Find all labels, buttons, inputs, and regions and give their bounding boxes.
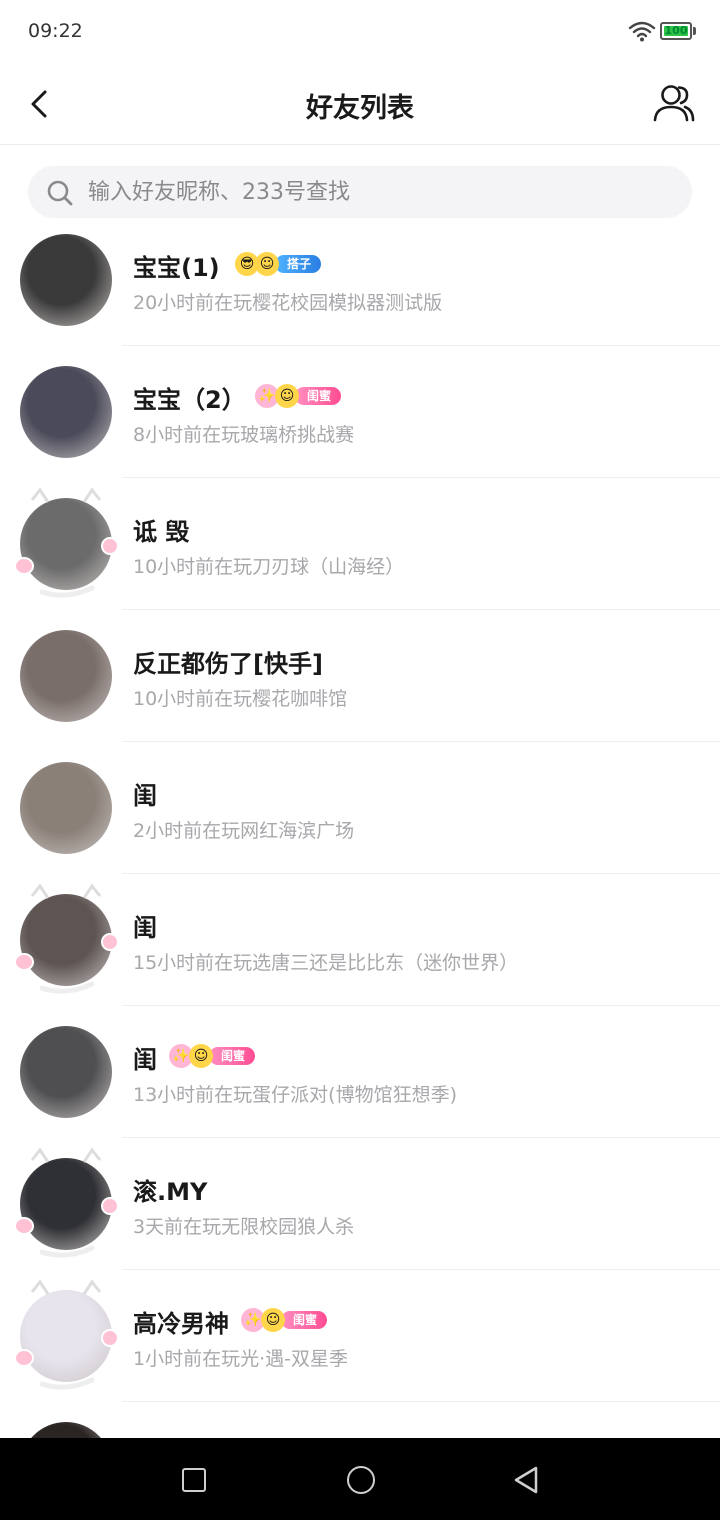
friend-name: 滚.MY bbox=[133, 1178, 208, 1206]
search-box[interactable] bbox=[28, 166, 692, 218]
emoji-icon: ☺ bbox=[255, 252, 279, 276]
badge-label: 闺蜜 bbox=[295, 387, 342, 405]
page-title: 好友列表 bbox=[306, 93, 414, 124]
friend-status: 15小时前在玩选唐三还是比比东（迷你世界） bbox=[133, 952, 519, 974]
back-button[interactable] bbox=[512, 1465, 540, 1495]
system-nav-bar bbox=[0, 1438, 720, 1520]
bestie-badge: ✨ ☺ 闺蜜 bbox=[255, 384, 342, 408]
avatar[interactable] bbox=[20, 894, 112, 986]
friend-list-item[interactable]: 诋 毁 10小时前在玩刀刃球（山海经） bbox=[0, 478, 720, 610]
friend-name: 闺 bbox=[133, 1046, 157, 1074]
home-button[interactable] bbox=[347, 1466, 375, 1494]
emoji-icon: ☺ bbox=[189, 1044, 213, 1068]
friend-status: 13小时前在玩蛋仔派对(博物馆狂想季) bbox=[133, 1084, 458, 1106]
badge-label: 闺蜜 bbox=[209, 1047, 256, 1065]
bestie-badge: ✨ ☺ 闺蜜 bbox=[241, 1308, 328, 1332]
status-time: 09:22 bbox=[28, 20, 83, 42]
search-icon bbox=[47, 180, 73, 206]
friend-status: 3天前在玩无限校园狼人杀 bbox=[133, 1216, 355, 1238]
friend-status: 20小时前在玩樱花校园模拟器测试版 bbox=[133, 292, 443, 314]
friend-list-item[interactable]: 滚.MY 3天前在玩无限校园狼人杀 bbox=[0, 1138, 720, 1270]
status-bar: 09:22 100 bbox=[0, 0, 720, 64]
friend-list: 宝宝(1) 20小时前在玩樱花校园模拟器测试版 😎 ☺ 搭子宝宝（2） 8小时前在玩玻璃桥… bbox=[0, 214, 720, 1438]
wifi-icon bbox=[628, 21, 656, 42]
friend-list-item[interactable]: 高冷男神 1小时前在玩光·遇-双星季 ✨ ☺ 闺蜜 bbox=[0, 1270, 720, 1402]
friends-icon[interactable] bbox=[650, 82, 696, 126]
emoji-icon: ☺ bbox=[275, 384, 299, 408]
partner-badge: 😎 ☺ 搭子 bbox=[235, 252, 322, 276]
avatar[interactable] bbox=[20, 234, 112, 326]
friend-status: 10小时前在玩刀刃球（山海经） bbox=[133, 556, 405, 578]
friend-status: 10小时前在玩樱花咖啡馆 bbox=[133, 688, 348, 710]
avatar[interactable] bbox=[20, 1158, 112, 1250]
search-input[interactable] bbox=[88, 166, 678, 218]
friend-name: 宝宝（2） bbox=[133, 386, 246, 414]
friend-list-item[interactable]: 闺 2小时前在玩网红海滨广场 bbox=[0, 742, 720, 874]
friend-list-item[interactable]: 反正都伤了[快手] 10小时前在玩樱花咖啡馆 bbox=[0, 610, 720, 742]
friend-list-item[interactable]: 宝宝(1) 20小时前在玩樱花校园模拟器测试版 😎 ☺ 搭子 bbox=[0, 214, 720, 346]
badge-label: 搭子 bbox=[275, 255, 322, 273]
friend-name: 宝宝(1) bbox=[133, 254, 220, 282]
avatar[interactable] bbox=[20, 762, 112, 854]
friend-list-item[interactable]: 宝宝（2） 8小时前在玩玻璃桥挑战赛 ✨ ☺ 闺蜜 bbox=[0, 346, 720, 478]
friend-name: 诋 毁 bbox=[133, 518, 190, 546]
avatar[interactable] bbox=[20, 498, 112, 590]
badge-label: 闺蜜 bbox=[281, 1311, 328, 1329]
friend-name: 反正都伤了[快手] bbox=[133, 650, 323, 678]
avatar[interactable] bbox=[20, 1422, 112, 1438]
battery-level: 100 bbox=[664, 24, 688, 37]
avatar[interactable] bbox=[20, 630, 112, 722]
friend-name: 高冷男神 bbox=[133, 1310, 229, 1338]
battery-icon: 100 bbox=[660, 22, 696, 40]
friend-status: 8小时前在玩玻璃桥挑战赛 bbox=[133, 424, 355, 446]
nav-bar: 好友列表 bbox=[0, 64, 720, 145]
friend-name: 闺 bbox=[133, 782, 157, 810]
avatar[interactable] bbox=[20, 1290, 112, 1382]
friend-list-item[interactable] bbox=[0, 1402, 720, 1438]
friend-name: 闺 bbox=[133, 914, 157, 942]
friend-list-item[interactable]: 闺 15小时前在玩选唐三还是比比东（迷你世界） bbox=[0, 874, 720, 1006]
emoji-icon: ☺ bbox=[261, 1308, 285, 1332]
avatar[interactable] bbox=[20, 366, 112, 458]
friend-status: 2小时前在玩网红海滨广场 bbox=[133, 820, 355, 842]
bestie-badge: ✨ ☺ 闺蜜 bbox=[169, 1044, 256, 1068]
recent-apps-button[interactable] bbox=[182, 1468, 206, 1492]
friend-status: 1小时前在玩光·遇-双星季 bbox=[133, 1348, 348, 1370]
friend-list-item[interactable]: 闺 13小时前在玩蛋仔派对(博物馆狂想季) ✨ ☺ 闺蜜 bbox=[0, 1006, 720, 1138]
avatar[interactable] bbox=[20, 1026, 112, 1118]
